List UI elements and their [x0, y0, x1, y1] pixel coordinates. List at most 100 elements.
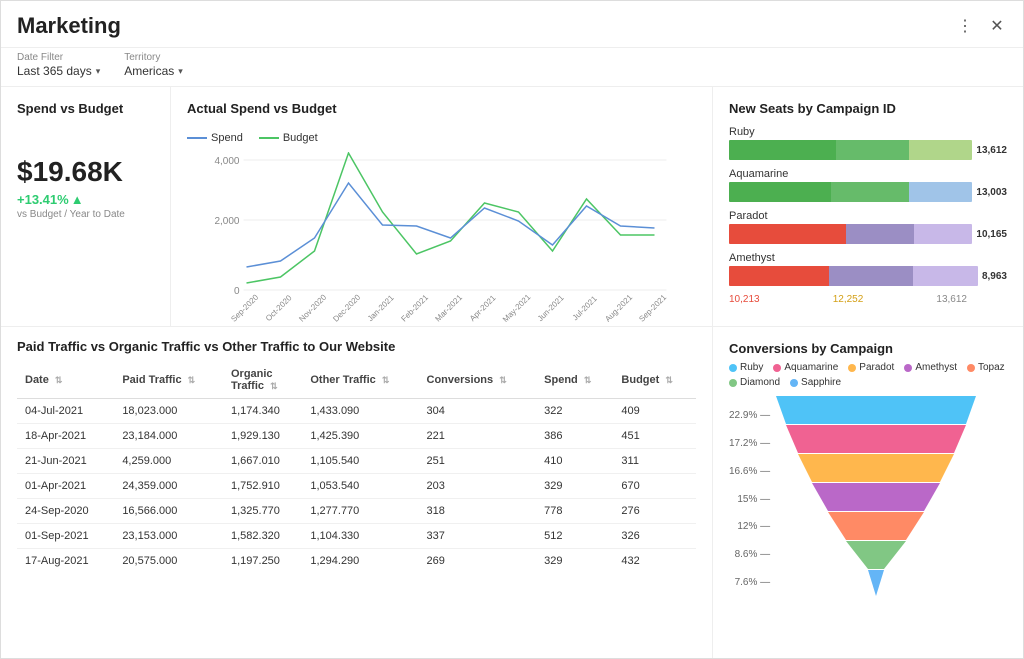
svg-text:Aug-2021: Aug-2021	[603, 292, 634, 322]
col-conversions[interactable]: Conversions ⇅	[419, 362, 537, 399]
funnel-legend-amethyst-label: Amethyst	[915, 362, 957, 373]
table-cell: 512	[536, 524, 613, 549]
table-cell: 17-Aug-2021	[17, 549, 114, 574]
funnel-legend-aquamarine: Aquamarine	[773, 362, 838, 373]
bar-row-amethyst-label: Amethyst	[729, 252, 1007, 264]
table-cell: 221	[419, 424, 537, 449]
legend-budget: Budget	[259, 132, 318, 144]
table-row: 01-Sep-202123,153.0001,582.3201,104.3303…	[17, 524, 696, 549]
legend-spend-label: Spend	[211, 132, 243, 144]
col-other[interactable]: Other Traffic ⇅	[302, 362, 418, 399]
funnel-label-3: 16.6% —	[729, 457, 770, 485]
territory-filter-dropdown[interactable]: Americas ▾	[124, 64, 183, 78]
funnel-dot-ruby	[729, 364, 737, 372]
date-filter-group: Date Filter Last 365 days ▾	[17, 52, 100, 78]
svg-text:Nov-2020: Nov-2020	[297, 292, 328, 322]
legend-budget-label: Budget	[283, 132, 318, 144]
table-row: 24-Sep-202016,566.0001,325.7701,277.7703…	[17, 499, 696, 524]
table-cell: 01-Apr-2021	[17, 474, 114, 499]
table-row: 01-Apr-202124,359.0001,752.9101,053.5402…	[17, 474, 696, 499]
table-cell: 1,325.770	[223, 499, 302, 524]
table-cell: 329	[536, 549, 613, 574]
table-cell: 432	[613, 549, 696, 574]
territory-filter-label: Territory	[124, 52, 183, 63]
svg-text:May-2021: May-2021	[501, 292, 533, 322]
col-budget[interactable]: Budget ⇅	[613, 362, 696, 399]
spend-amount: $19.68K	[17, 156, 154, 188]
table-cell: 326	[613, 524, 696, 549]
spend-panel-title: Spend vs Budget	[17, 101, 154, 116]
page-title: Marketing	[17, 13, 955, 39]
top-row: Spend vs Budget $19.68K +13.41% ▲ vs Bud…	[1, 87, 1023, 327]
bottom-row: Paid Traffic vs Organic Traffic vs Other…	[1, 327, 1023, 658]
table-cell: 1,174.340	[223, 399, 302, 424]
table-cell: 318	[419, 499, 537, 524]
table-header-row: Date ⇅ Paid Traffic ⇅ OrganicTraffic ⇅ O…	[17, 362, 696, 399]
svg-text:0: 0	[234, 286, 240, 297]
table-cell: 409	[613, 399, 696, 424]
territory-filter-value: Americas	[124, 64, 174, 78]
spend-change-arrow: ▲	[71, 192, 84, 207]
table-cell: 304	[419, 399, 537, 424]
col-paid[interactable]: Paid Traffic ⇅	[114, 362, 223, 399]
sort-conv-icon: ⇅	[499, 375, 507, 386]
svg-text:Mar-2021: Mar-2021	[433, 293, 464, 322]
table-cell: 1,104.330	[302, 524, 418, 549]
funnel-panel: Conversions by Campaign Ruby Aquamarine …	[713, 327, 1023, 658]
svg-text:Jul-2021: Jul-2021	[571, 294, 599, 322]
date-filter-dropdown[interactable]: Last 365 days ▾	[17, 64, 100, 78]
data-table: Date ⇅ Paid Traffic ⇅ OrganicTraffic ⇅ O…	[17, 362, 696, 573]
funnel-dot-aquamarine	[773, 364, 781, 372]
table-cell: 18,023.000	[114, 399, 223, 424]
table-row: 18-Apr-202123,184.0001,929.1301,425.3902…	[17, 424, 696, 449]
table-cell: 276	[613, 499, 696, 524]
legend-spend: Spend	[187, 132, 243, 144]
table-cell: 23,153.000	[114, 524, 223, 549]
sort-other-icon: ⇅	[382, 375, 390, 386]
table-cell: 1,929.130	[223, 424, 302, 449]
bar-row-ruby: Ruby 13,612	[729, 126, 1007, 160]
line-chart-panel: Actual Spend vs Budget Spend Budget 4,00…	[171, 87, 713, 326]
svg-text:Jan-2021: Jan-2021	[366, 293, 396, 322]
date-filter-label: Date Filter	[17, 52, 100, 63]
svg-text:2,000: 2,000	[214, 216, 239, 227]
funnel-legend-diamond: Diamond	[729, 377, 780, 388]
table-cell: 386	[536, 424, 613, 449]
col-spend[interactable]: Spend ⇅	[536, 362, 613, 399]
funnel-legend-amethyst: Amethyst	[904, 362, 957, 373]
table-body: 04-Jul-202118,023.0001,174.3401,433.0903…	[17, 399, 696, 574]
table-cell: 311	[613, 449, 696, 474]
bar-axis-2: 12,252	[833, 294, 864, 305]
col-date[interactable]: Date ⇅	[17, 362, 114, 399]
line-chart-svg: 4,000 2,000 0	[187, 152, 696, 322]
table-cell: 20,575.000	[114, 549, 223, 574]
funnel-dot-sapphire	[790, 379, 798, 387]
spend-panel: Spend vs Budget $19.68K +13.41% ▲ vs Bud…	[1, 87, 171, 326]
table-cell: 322	[536, 399, 613, 424]
sort-spend-icon: ⇅	[584, 375, 592, 386]
funnel-dot-amethyst	[904, 364, 912, 372]
table-cell: 04-Jul-2021	[17, 399, 114, 424]
spend-change-value: +13.41%	[17, 192, 69, 207]
table-cell: 1,053.540	[302, 474, 418, 499]
bar-row-aquamarine-label: Aquamarine	[729, 168, 1007, 180]
table-cell: 24,359.000	[114, 474, 223, 499]
close-icon[interactable]: ✕	[987, 16, 1007, 36]
date-filter-value: Last 365 days	[17, 64, 92, 78]
col-organic[interactable]: OrganicTraffic ⇅	[223, 362, 302, 399]
bar-chart-panel: New Seats by Campaign ID Ruby 13,612	[713, 87, 1023, 326]
line-chart-legend: Spend Budget	[187, 132, 696, 144]
legend-budget-dot	[259, 137, 279, 139]
funnel-dot-paradot	[848, 364, 856, 372]
table-cell: 23,184.000	[114, 424, 223, 449]
funnel-legend-aquamarine-label: Aquamarine	[784, 362, 838, 373]
funnel-legend-topaz-label: Topaz	[978, 362, 1005, 373]
sort-date-icon: ⇅	[55, 375, 63, 386]
funnel-label-1: 22.9% —	[729, 402, 770, 430]
table-row: 21-Jun-20214,259.0001,667.0101,105.54025…	[17, 449, 696, 474]
table-cell: 1,294.290	[302, 549, 418, 574]
table-cell: 01-Sep-2021	[17, 524, 114, 549]
table-cell: 1,752.910	[223, 474, 302, 499]
more-icon[interactable]: ⋮	[955, 16, 975, 36]
header-actions: ⋮ ✕	[955, 16, 1007, 36]
